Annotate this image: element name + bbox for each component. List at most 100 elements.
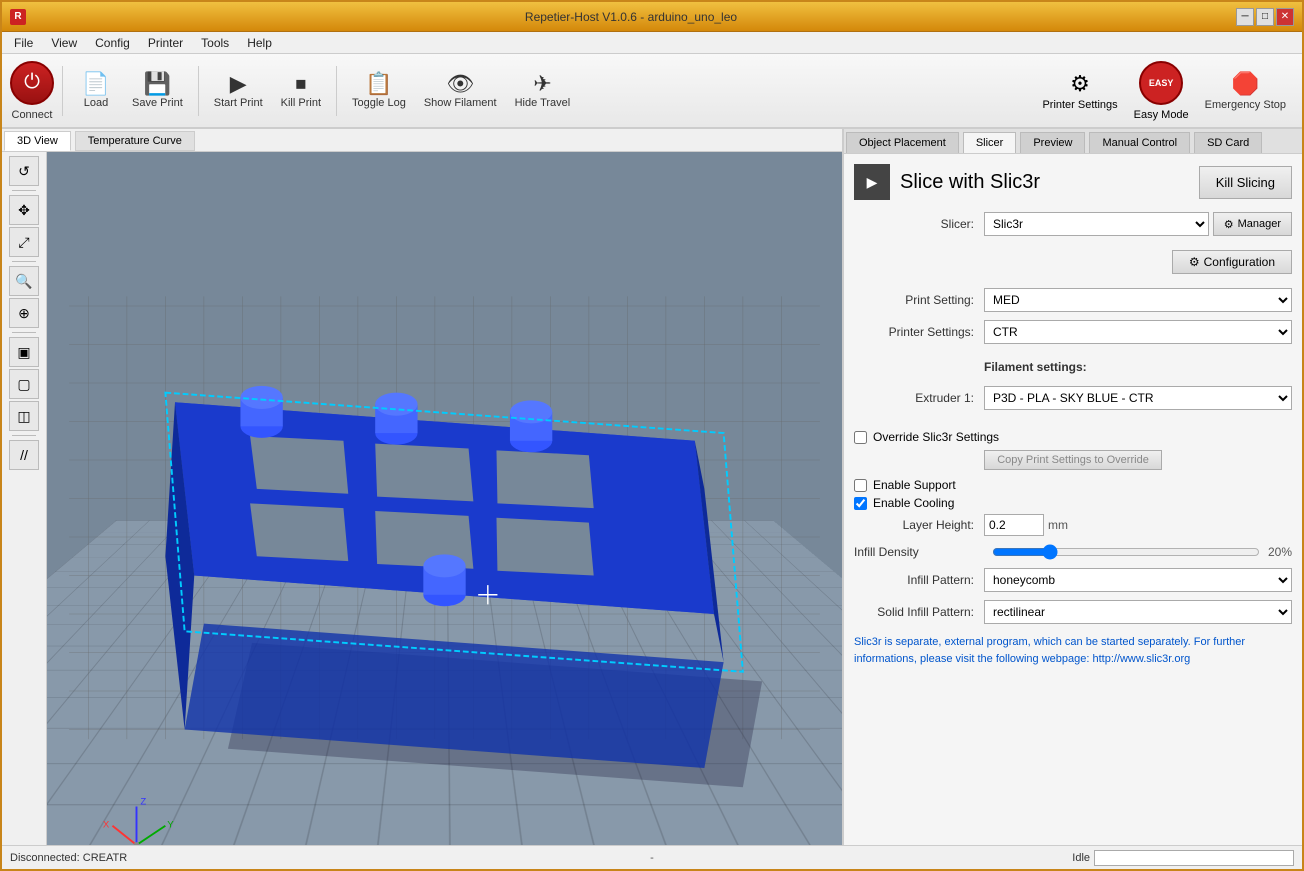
save-print-button[interactable]: 💾 Save Print [125, 58, 190, 123]
log-icon: 📋 [365, 73, 392, 95]
gear-small-icon: ⚙ [1224, 218, 1234, 231]
emergency-stop-button[interactable]: 🛑 Emergency Stop [1197, 67, 1294, 115]
menu-config[interactable]: Config [87, 34, 138, 52]
tab-sd-card[interactable]: SD Card [1194, 132, 1262, 153]
start-print-button[interactable]: ▶ Start Print [207, 58, 270, 123]
tab-temperature-curve[interactable]: Temperature Curve [75, 131, 195, 151]
toolbar-sep-2 [198, 66, 199, 116]
toggle-log-button[interactable]: 📋 Toggle Log [345, 58, 413, 123]
infill-pattern-select[interactable]: honeycomb [984, 568, 1292, 592]
tab-preview[interactable]: Preview [1020, 132, 1085, 153]
svg-text:Z: Z [140, 797, 146, 808]
enable-support-checkbox[interactable] [854, 479, 867, 492]
status-right: Idle [879, 850, 1294, 866]
slic3r-info-text: Slic3r is separate, external program, wh… [854, 634, 1292, 667]
zoom-fit-button[interactable]: ⊕ [9, 298, 39, 328]
load-button[interactable]: 📄 Load [71, 58, 121, 123]
manager-button[interactable]: ⚙ Manager [1213, 212, 1292, 236]
slicer-select[interactable]: Slic3r [984, 212, 1209, 236]
diagonal-tool-button[interactable]: // [9, 440, 39, 470]
hide-travel-label: Hide Travel [515, 97, 571, 109]
top-view-button[interactable]: ◫ [9, 401, 39, 431]
filament-settings-heading: Filament settings: [984, 360, 1087, 374]
menu-tools[interactable]: Tools [193, 34, 237, 52]
zoom-in-button[interactable]: 🔍 [9, 266, 39, 296]
infill-density-pct: 20% [1268, 545, 1292, 559]
infill-density-label: Infill Density [854, 545, 984, 559]
window-controls[interactable]: ─ □ ✕ [1236, 8, 1294, 26]
view-tool-sep-1 [12, 190, 36, 191]
start-icon: ▶ [230, 73, 247, 95]
menu-file[interactable]: File [6, 34, 41, 52]
solid-infill-label: Solid Infill Pattern: [854, 605, 984, 619]
slice-title: Slice with Slic3r [900, 171, 1189, 194]
kill-print-label: Kill Print [281, 97, 321, 109]
view-tool-sep-3 [12, 332, 36, 333]
slice-play-button[interactable] [854, 164, 890, 200]
config-button[interactable]: ⚙ Configuration [1172, 250, 1292, 274]
toggle-log-label: Toggle Log [352, 97, 406, 109]
load-icon: 📄 [82, 73, 109, 95]
override-label: Override Slic3r Settings [873, 430, 999, 444]
toolbar-right: ⚙ Printer Settings EASY Easy Mode 🛑 Emer… [1034, 57, 1294, 125]
tab-3d-view[interactable]: 3D View [4, 131, 71, 151]
show-filament-button[interactable]: 👁 Show Filament [417, 58, 504, 123]
view-area: ↺ ✥ ⤢ 🔍 ⊕ ▣ ▢ ◫ // [2, 152, 842, 845]
front-view-button[interactable]: ▣ [9, 337, 39, 367]
connect-button[interactable]: ⏻ [10, 61, 54, 105]
minimize-button[interactable]: ─ [1236, 8, 1254, 26]
3d-canvas[interactable]: X Y Z [47, 152, 842, 845]
view-tabs: 3D View Temperature Curve [2, 129, 842, 152]
svg-text:X: X [103, 820, 110, 831]
stop-icon: ⏹ [295, 73, 306, 95]
main-content: 3D View Temperature Curve ↺ ✥ ⤢ 🔍 ⊕ ▣ ▢ [2, 129, 1302, 845]
infill-pattern-row: Infill Pattern: honeycomb [854, 568, 1292, 592]
right-panel: Object Placement Slicer Preview Manual C… [842, 129, 1302, 845]
reset-view-button[interactable]: ↺ [9, 156, 39, 186]
menu-view[interactable]: View [43, 34, 85, 52]
menu-help[interactable]: Help [239, 34, 280, 52]
close-button[interactable]: ✕ [1276, 8, 1294, 26]
copy-settings-button[interactable]: Copy Print Settings to Override [984, 450, 1162, 470]
connect-label: Connect [12, 109, 53, 121]
status-bar: Disconnected: CREATR - Idle [2, 845, 1302, 869]
kill-slicing-button[interactable]: Kill Slicing [1199, 166, 1292, 199]
enable-cooling-checkbox[interactable] [854, 497, 867, 510]
tab-object-placement[interactable]: Object Placement [846, 132, 959, 153]
move-tool-button[interactable]: ✥ [9, 195, 39, 225]
emergency-label: Emergency Stop [1205, 99, 1286, 111]
printer-settings-button[interactable]: ⚙ Printer Settings [1034, 67, 1125, 115]
tab-slicer[interactable]: Slicer [963, 132, 1017, 153]
toolbar-sep-1 [62, 66, 63, 116]
enable-support-row: Enable Support [854, 478, 1292, 492]
print-setting-select[interactable]: MED [984, 288, 1292, 312]
solid-infill-select[interactable]: rectilinear [984, 600, 1292, 624]
layer-height-input[interactable] [984, 514, 1044, 536]
save-icon: 💾 [144, 73, 171, 95]
side-view-button[interactable]: ▢ [9, 369, 39, 399]
menu-printer[interactable]: Printer [140, 34, 191, 52]
right-tabs: Object Placement Slicer Preview Manual C… [844, 129, 1302, 154]
hide-travel-button[interactable]: ✈ Hide Travel [508, 58, 578, 123]
layer-height-label: Layer Height: [854, 518, 984, 532]
maximize-button[interactable]: □ [1256, 8, 1274, 26]
svg-text:Y: Y [167, 820, 174, 831]
show-filament-label: Show Filament [424, 97, 497, 109]
printer-settings-label: Printer Settings [1042, 99, 1117, 111]
infill-density-slider[interactable] [992, 544, 1260, 560]
printer-settings-select[interactable]: CTR [984, 320, 1292, 344]
window-title: Repetier-Host V1.0.6 - arduino_uno_leo [26, 10, 1236, 24]
easy-mode-button[interactable]: EASY [1139, 61, 1183, 105]
infill-pattern-label: Infill Pattern: [854, 573, 984, 587]
rotate-tool-button[interactable]: ⤢ [9, 227, 39, 257]
tab-manual-control[interactable]: Manual Control [1089, 132, 1190, 153]
config-label: Configuration [1204, 255, 1275, 269]
toolbar-sep-3 [336, 66, 337, 116]
extruder-label: Extruder 1: [854, 391, 984, 405]
kill-print-button[interactable]: ⏹ Kill Print [274, 58, 328, 123]
extruder-select[interactable]: P3D - PLA - SKY BLUE - CTR [984, 386, 1292, 410]
solid-infill-row: Solid Infill Pattern: rectilinear [854, 600, 1292, 624]
filament-settings-header-row: Filament settings: [854, 352, 1292, 378]
override-checkbox[interactable] [854, 431, 867, 444]
printer-settings-form-label: Printer Settings: [854, 325, 984, 339]
